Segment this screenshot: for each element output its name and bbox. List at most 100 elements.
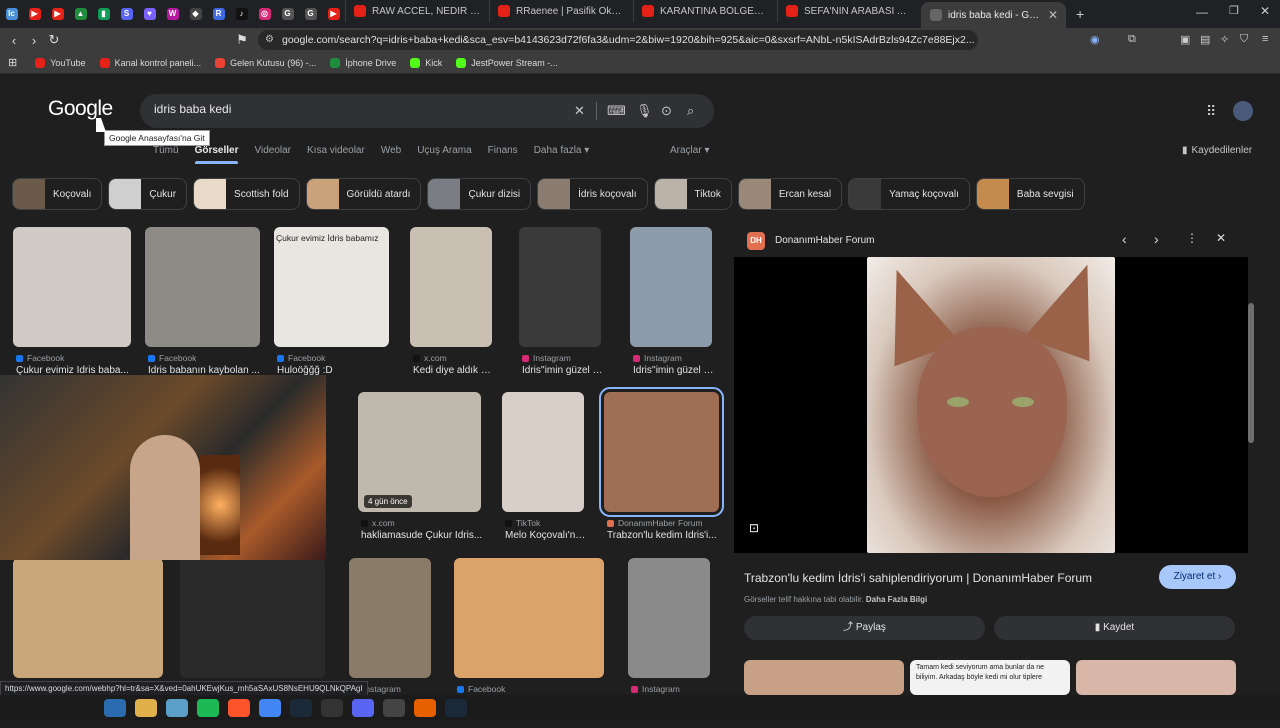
- pinned-tab[interactable]: ▮: [92, 3, 115, 25]
- related-image-1[interactable]: [744, 660, 904, 695]
- lens-search-icon[interactable]: ⊡: [749, 521, 759, 535]
- image-result[interactable]: TikTok Melo Koçovalı'nın ...: [502, 392, 587, 562]
- bookmark-item[interactable]: Kick: [410, 57, 442, 68]
- bookmark-item[interactable]: Kanal kontrol paneli...: [99, 57, 201, 68]
- brave-icon[interactable]: [228, 698, 250, 717]
- search-icon[interactable]: ⌕: [687, 103, 694, 119]
- image-result[interactable]: Instagram İdris''imin güzel ba...: [519, 227, 604, 397]
- lens-icon[interactable]: ⊙: [661, 103, 672, 119]
- nav-tab[interactable]: Daha fazla ▾: [534, 145, 590, 164]
- related-chip[interactable]: İdris koçovalı: [537, 178, 648, 210]
- pinned-tab[interactable]: ▲: [69, 3, 92, 25]
- share-button[interactable]: ⤴ Paylaş: [744, 616, 985, 640]
- visit-button[interactable]: Ziyaret et ›: [1159, 565, 1236, 589]
- clear-search-icon[interactable]: ✕: [574, 103, 585, 119]
- address-bar[interactable]: ⚙ google.com/search?q=idris+baba+kedi&sc…: [258, 30, 978, 50]
- result-thumbnail[interactable]: [358, 392, 481, 512]
- chrome-icon[interactable]: [259, 698, 281, 717]
- pinned-tab[interactable]: ◆: [184, 3, 207, 25]
- panel-title[interactable]: Trabzon'lu kedim İdris'i sahiplendiriyor…: [744, 571, 1092, 585]
- steam-icon[interactable]: [445, 698, 467, 717]
- result-title[interactable]: İdris''imin güzel ba...: [633, 365, 715, 376]
- result-thumbnail[interactable]: [502, 392, 584, 512]
- more-info-link[interactable]: Daha Fazla Bilgi: [866, 595, 927, 604]
- saved-button[interactable]: ▮ Kaydedilenler: [1182, 145, 1252, 156]
- pinned-tab[interactable]: R: [207, 3, 230, 25]
- result-thumbnail[interactable]: [13, 558, 163, 678]
- pinned-tab[interactable]: ▶: [23, 3, 46, 25]
- result-title[interactable]: Melo Koçovalı'nın ...: [505, 530, 587, 541]
- pinned-tab[interactable]: S: [115, 3, 138, 25]
- discord-icon[interactable]: [352, 698, 374, 717]
- bookmark-item[interactable]: Gelen Kutusu (96) -...: [215, 57, 316, 68]
- back-button[interactable]: ‹: [4, 33, 24, 48]
- image-result[interactable]: Facebook İdris babanın kaybolan ...: [145, 227, 260, 397]
- browser-tab[interactable]: SEFA'NIN ARABASI ARTIK YOK |: [777, 0, 921, 22]
- reload-button[interactable]: ↻: [44, 32, 64, 48]
- pinned-tab[interactable]: ♪: [230, 3, 253, 25]
- site-info-icon[interactable]: ⚙: [265, 30, 274, 50]
- microphone-icon[interactable]: 🎙: [636, 103, 653, 119]
- pinned-tab[interactable]: G: [276, 3, 299, 25]
- nav-tab[interactable]: Finans: [488, 145, 518, 164]
- result-thumbnail[interactable]: [630, 227, 712, 347]
- google-apps-icon[interactable]: ⠿: [1206, 103, 1216, 120]
- image-result[interactable]: Facebook Çukur evimiz İdris baba...: [13, 227, 131, 397]
- nav-tab[interactable]: Videolar: [254, 145, 291, 164]
- related-chip[interactable]: Yamaç koçovalı: [848, 178, 970, 210]
- bookmark-star-icon[interactable]: ⚑: [232, 32, 252, 48]
- forward-button[interactable]: ›: [24, 33, 44, 48]
- keyboard-icon[interactable]: ⌨: [607, 103, 626, 119]
- next-image-button[interactable]: ›: [1154, 231, 1159, 247]
- nav-tab[interactable]: Kısa videolar: [307, 145, 365, 164]
- pinned-tab[interactable]: ▶: [322, 3, 345, 25]
- related-chip[interactable]: Görüldü atardı: [305, 178, 422, 210]
- image-result[interactable]: x.com Kedi diye aldık Çu...: [410, 227, 495, 397]
- panel-scrollbar[interactable]: [1248, 303, 1254, 443]
- result-title[interactable]: Trabzon'lu kedim İdris'i...: [607, 530, 722, 541]
- result-thumbnail[interactable]: [410, 227, 492, 347]
- bookmark-item[interactable]: İphone Drive: [330, 57, 396, 68]
- prev-image-button[interactable]: ‹: [1122, 231, 1127, 247]
- epic-icon[interactable]: [321, 698, 343, 717]
- start-icon[interactable]: [104, 698, 126, 717]
- result-thumbnail[interactable]: [628, 558, 710, 678]
- pinned-tab[interactable]: lc: [0, 3, 23, 25]
- bookmark-item[interactable]: YouTube: [35, 57, 86, 68]
- sidebar-icon[interactable]: ▣: [1180, 33, 1190, 46]
- result-title[interactable]: İdris''imin güzel ba...: [522, 365, 604, 376]
- image-result[interactable]: 4 gün önce x.com hakliamasude Çukur İdris.…: [358, 392, 484, 562]
- pinned-tab[interactable]: W: [161, 3, 184, 25]
- wallet-icon[interactable]: ▤: [1200, 33, 1210, 46]
- result-title[interactable]: hakliamasude Çukur İdris...: [361, 530, 484, 541]
- nav-tab[interactable]: Web: [381, 145, 401, 164]
- result-thumbnail[interactable]: [349, 558, 431, 678]
- close-tab-icon[interactable]: ✕: [1048, 8, 1058, 22]
- result-thumbnail[interactable]: [145, 227, 260, 347]
- minimize-button[interactable]: —: [1196, 5, 1208, 19]
- result-title[interactable]: Kedi diye aldık Çu...: [413, 365, 495, 376]
- image-result[interactable]: DonanımHaber Forum Trabzon'lu kedim İdris…: [599, 387, 724, 562]
- obs-icon[interactable]: [383, 698, 405, 717]
- related-image-2[interactable]: Tamam kedi seviyorum ama bunlar da ne bi…: [910, 660, 1070, 695]
- browser-tab[interactable]: KARANTİNA BÖLGESİNİN BAŞIN: [633, 0, 777, 22]
- related-chip[interactable]: Çukur dizisi: [427, 178, 532, 210]
- result-thumbnail[interactable]: [599, 387, 724, 517]
- related-chip[interactable]: Çukur: [108, 178, 188, 210]
- result-thumbnail[interactable]: [13, 227, 131, 347]
- apps-icon[interactable]: ⊞: [8, 56, 17, 69]
- bookmark-item[interactable]: JestPower Stream -...: [456, 57, 558, 68]
- pinned-tab[interactable]: ◎: [253, 3, 276, 25]
- avatar[interactable]: [1233, 101, 1253, 121]
- tools-menu[interactable]: Araçlar ▾: [670, 145, 709, 156]
- pinned-tab[interactable]: ▶: [46, 3, 69, 25]
- save-button[interactable]: ▮ Kaydet: [994, 616, 1235, 640]
- nav-tab[interactable]: Tümü: [153, 145, 179, 164]
- notepad-icon[interactable]: [166, 698, 188, 717]
- nav-tab[interactable]: Görseller: [195, 145, 239, 164]
- related-image-3[interactable]: [1076, 660, 1236, 695]
- maximize-button[interactable]: ❐: [1229, 4, 1239, 17]
- search-input[interactable]: [154, 102, 554, 116]
- new-tab-button[interactable]: +: [1076, 6, 1084, 22]
- related-chip[interactable]: Scottish fold: [193, 178, 300, 210]
